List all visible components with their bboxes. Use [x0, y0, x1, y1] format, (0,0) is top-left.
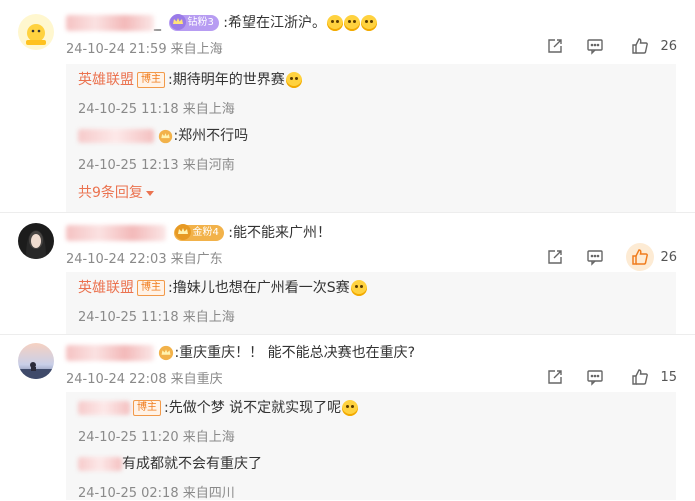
- fan-level-badge[interactable]: 金粉4: [174, 224, 224, 241]
- reply-list: 英雄联盟 博主:撸妹儿也想在广州看一次S赛 24-10-25 11:18 来自上海: [66, 272, 676, 334]
- divider: [0, 212, 695, 213]
- reply-text: :撸妹儿也想在广州看一次S赛: [168, 280, 350, 296]
- like-button[interactable]: 15: [626, 363, 677, 391]
- username-redacted[interactable]: [66, 345, 154, 361]
- timestamp: 24-10-24 21:59: [66, 42, 167, 57]
- comment-actions: 26: [546, 36, 677, 56]
- like-count: 26: [660, 38, 677, 54]
- reply-author[interactable]: 英雄联盟: [78, 72, 134, 88]
- timestamp: 24-10-24 22:03: [66, 252, 167, 267]
- share-icon[interactable]: [546, 37, 564, 55]
- avatar[interactable]: [18, 14, 54, 50]
- reply-author-redacted[interactable]: [78, 457, 122, 471]
- location: 来自上海: [170, 42, 223, 57]
- emoji-icon: [327, 15, 343, 31]
- avatar[interactable]: [18, 223, 54, 259]
- reply-list: 博主:先做个梦 说不定就实现了呢 24-10-25 11:20 来自上海 有成都…: [66, 392, 676, 501]
- emoji-icon: [285, 72, 302, 88]
- reply-item: 有成都就不会有重庆了 24-10-25 02:18 来自四川: [78, 454, 262, 501]
- location: 来自上海: [182, 430, 235, 445]
- emoji-icon: [361, 15, 377, 31]
- op-badge: 博主: [137, 280, 165, 296]
- comment-text: :能不能来广州！: [228, 225, 331, 241]
- reply-item: :郑州不行吗 24-10-25 12:13 来自河南: [78, 126, 248, 173]
- location: 来自河南: [182, 158, 235, 173]
- reply-author[interactable]: 英雄联盟: [78, 280, 134, 296]
- timestamp: 24-10-25 11:18: [78, 310, 179, 325]
- thumbs-up-icon: [632, 38, 649, 54]
- emoji-icon: [344, 15, 360, 31]
- emoji-icon: [350, 280, 367, 296]
- comment-header: _ 钻粉3 :希望在江浙沪。: [66, 12, 377, 34]
- comment-icon[interactable]: [586, 248, 604, 266]
- crown-badge-icon: [175, 224, 192, 240]
- timestamp: 24-10-25 12:13: [78, 158, 179, 173]
- reply-item: 英雄联盟 博主:期待明年的世界赛 24-10-25 11:18 来自上海: [78, 70, 302, 117]
- crown-badge-icon: [159, 129, 173, 143]
- reply-text: :期待明年的世界赛: [168, 72, 285, 88]
- username-suffix[interactable]: _: [154, 15, 161, 31]
- username-redacted[interactable]: [66, 15, 154, 31]
- avatar[interactable]: [18, 343, 54, 379]
- like-button[interactable]: 26: [626, 243, 677, 271]
- timestamp: 24-10-25 11:20: [78, 430, 179, 445]
- timestamp: 24-10-25 11:18: [78, 102, 179, 117]
- username-redacted[interactable]: [66, 225, 166, 241]
- share-icon[interactable]: [546, 248, 564, 266]
- comment-text: :重庆重庆！！ 能不能总决赛也在重庆?: [174, 345, 416, 361]
- comment-icon[interactable]: [586, 37, 604, 55]
- comment-header: :重庆重庆！！ 能不能总决赛也在重庆?: [66, 342, 415, 364]
- share-icon[interactable]: [546, 368, 564, 386]
- like-count: 26: [660, 249, 677, 265]
- reply-text: :先做个梦 说不定就实现了呢: [164, 400, 342, 416]
- reply-item: 英雄联盟 博主:撸妹儿也想在广州看一次S赛 24-10-25 11:18 来自上海: [78, 278, 367, 325]
- reply-text: 有成都就不会有重庆了: [122, 456, 262, 472]
- timestamp: 24-10-24 22:08: [66, 372, 167, 387]
- location: 来自上海: [182, 310, 235, 325]
- comment-icon[interactable]: [586, 368, 604, 386]
- location: 来自四川: [182, 486, 235, 501]
- reply-author-redacted[interactable]: [78, 401, 130, 415]
- comment-meta: 24-10-24 22:03 来自广东: [66, 248, 223, 267]
- comment-meta: 24-10-24 21:59 来自上海: [66, 38, 223, 57]
- comment-text: :希望在江浙沪。: [223, 15, 326, 31]
- thumbs-up-icon: [632, 369, 649, 385]
- location: 来自重庆: [170, 372, 223, 387]
- comment-header: 金粉4 :能不能来广州！: [66, 222, 331, 244]
- comment-actions: 26: [546, 243, 677, 271]
- crown-badge-icon: [170, 14, 187, 30]
- chevron-down-icon: [145, 190, 154, 196]
- divider: [0, 334, 695, 335]
- reply-list: 英雄联盟 博主:期待明年的世界赛 24-10-25 11:18 来自上海 :郑州不…: [66, 64, 676, 212]
- crown-badge-icon: [159, 345, 174, 361]
- location: 来自上海: [182, 102, 235, 117]
- reply-item: 博主:先做个梦 说不定就实现了呢 24-10-25 11:20 来自上海: [78, 398, 359, 445]
- timestamp: 24-10-25 02:18: [78, 486, 179, 501]
- like-button[interactable]: 26: [626, 32, 677, 60]
- location: 来自广东: [170, 252, 223, 267]
- reply-text: :郑州不行吗: [173, 128, 249, 144]
- thumbs-up-icon: [632, 249, 649, 265]
- comment-meta: 24-10-24 22:08 来自重庆: [66, 368, 223, 387]
- like-count: 15: [660, 369, 677, 385]
- op-badge: 博主: [133, 400, 161, 416]
- emoji-icon: [342, 400, 359, 416]
- reply-author-redacted[interactable]: [78, 129, 154, 143]
- comment-actions: 15: [546, 367, 677, 387]
- more-replies-link[interactable]: 共9条回复: [78, 182, 154, 202]
- op-badge: 博主: [137, 72, 165, 88]
- fan-level-badge[interactable]: 钻粉3: [169, 14, 219, 31]
